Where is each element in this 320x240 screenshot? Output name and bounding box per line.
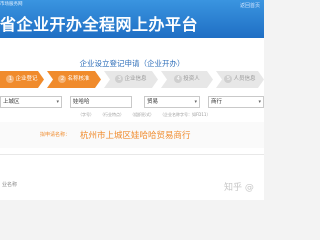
step-label: 企业登记 — [15, 76, 38, 82]
industry-value: 贸易 — [147, 99, 159, 105]
banner-title: 省企业开办全程网上办平台 — [0, 15, 199, 34]
name-preview: 拟申请名称： 杭州市上城区娃哈哈贸易商行 — [0, 122, 264, 148]
zhihu-watermark: 知乎 @ — [224, 183, 254, 193]
form-title: 企业设立登记申请（企业开办） — [79, 59, 185, 68]
step-progress: 1 企业登记 2 名称核准 3 企业信息 4 投资人 5 人员信息 — [0, 71, 264, 88]
hint-organization-form: （组织形式） — [130, 112, 154, 117]
chevron-down-icon: ▾ — [258, 99, 261, 105]
step-enterprise-info[interactable]: 3 企业信息 — [104, 71, 158, 88]
organization-form-select[interactable]: 商行 ▾ — [208, 96, 264, 108]
step-label: 投资人 — [183, 76, 200, 82]
district-select[interactable]: 上城区 ▾ — [0, 96, 62, 108]
hint-industry: （行业特点） — [100, 112, 124, 117]
enterprise-name-label: 业名称 — [2, 182, 18, 188]
step-investor[interactable]: 4 投资人 — [161, 71, 213, 88]
district-value: 上城区 — [3, 99, 20, 105]
step-number: 4 — [174, 75, 182, 83]
organization-form-value: 商行 — [211, 99, 223, 105]
step-number: 1 — [6, 75, 14, 83]
industry-select[interactable]: 贸易 ▾ — [144, 96, 200, 108]
step-number: 5 — [224, 75, 232, 83]
step-name-approval[interactable]: 2 名称核准 — [47, 71, 101, 88]
preview-label: 拟申请名称： — [40, 132, 71, 138]
name-fields: 上城区 ▾ 娃哈哈 贸易 ▾ 商行 ▾ — [0, 96, 264, 108]
field-hints: （字号） （行业特点） （组织形式） （企业名称字号：如FD11） — [0, 112, 264, 120]
chevron-down-icon: ▾ — [56, 99, 59, 105]
trade-name-input[interactable]: 娃哈哈 — [70, 96, 132, 108]
step-personnel-info[interactable]: 5 人员信息 — [216, 71, 264, 88]
step-enterprise-registration[interactable]: 1 企业登记 — [0, 71, 44, 88]
step-label: 人员信息 — [233, 76, 256, 82]
divider — [0, 154, 264, 155]
trade-name-value: 娃哈哈 — [73, 99, 90, 105]
step-number: 2 — [58, 75, 66, 83]
step-label: 企业信息 — [124, 76, 147, 82]
hint-trade-name-example: （企业名称字号：如FD11） — [160, 112, 211, 117]
proposed-company-name: 杭州市上城区娃哈哈贸易商行 — [80, 131, 191, 141]
home-link[interactable]: 返回首页 — [240, 2, 260, 9]
site-tag: 市场服务网 — [0, 2, 23, 7]
step-label: 名称核准 — [67, 76, 90, 82]
chevron-down-icon: ▾ — [194, 99, 197, 105]
step-number: 3 — [115, 75, 123, 83]
hint-trade-name: （字号） — [78, 112, 94, 117]
site-header: 市场服务网 省企业开办全程网上办平台 返回首页 — [0, 0, 264, 38]
